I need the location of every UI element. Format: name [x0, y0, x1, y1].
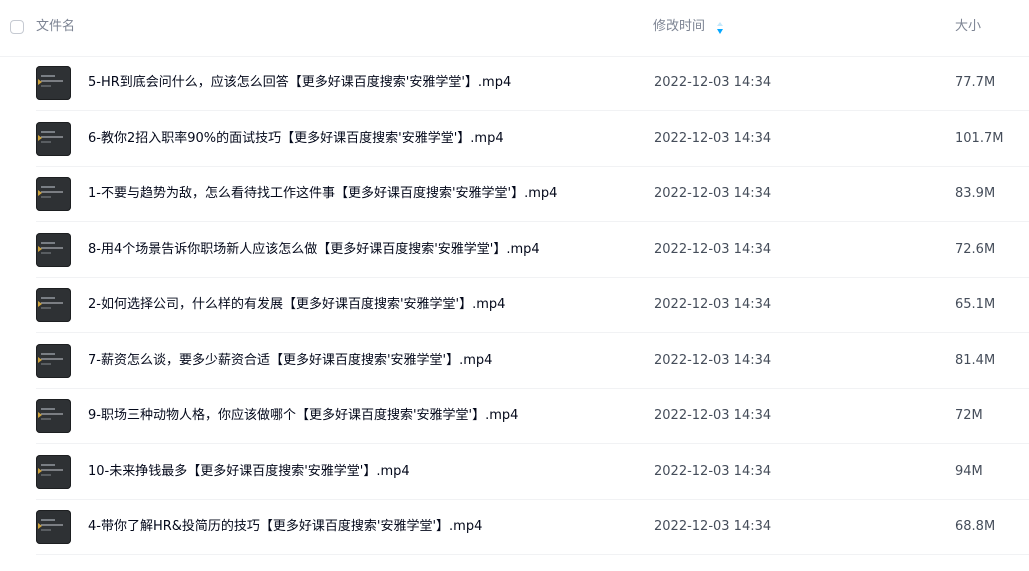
- select-all-checkbox[interactable]: [10, 20, 24, 34]
- file-size: 101.7M: [955, 130, 1004, 146]
- file-size: 94M: [955, 463, 983, 479]
- file-list: 文件名 修改时间 大小 5-HR到底会问什么，应该怎么回答【更多好课百度搜索'安…: [0, 0, 1029, 571]
- file-row[interactable]: 4-带你了解HR&投简历的技巧【更多好课百度搜索'安雅学堂'】.mp4 2022-…: [0, 500, 1029, 555]
- video-thumbnail-icon[interactable]: [36, 343, 71, 378]
- file-size: 83.9M: [955, 186, 996, 201]
- column-header-name[interactable]: 文件名: [36, 19, 75, 35]
- file-name[interactable]: 6-教你2招入职率90%的面试技巧【更多好课百度搜索'安雅学堂'】.mp4: [88, 131, 504, 147]
- file-row[interactable]: 9-职场三种动物人格，你应该做哪个【更多好课百度搜索'安雅学堂'】.mp4 202…: [0, 389, 1029, 444]
- file-name[interactable]: 7-薪资怎么谈，要多少薪资合适【更多好课百度搜索'安雅学堂'】.mp4: [88, 353, 492, 369]
- video-thumbnail-icon[interactable]: [36, 232, 71, 267]
- file-modified-time: 2022-12-03 14:34: [654, 463, 772, 479]
- video-thumbnail-icon[interactable]: [36, 121, 71, 156]
- file-list-header: 文件名 修改时间 大小: [0, 0, 1029, 57]
- file-row[interactable]: 7-薪资怎么谈，要多少薪资合适【更多好课百度搜索'安雅学堂'】.mp4 2022-…: [0, 334, 1029, 389]
- sort-icon[interactable]: [716, 21, 724, 35]
- file-name[interactable]: 8-用4个场景告诉你职场新人应该怎么做【更多好课百度搜索'安雅学堂'】.mp4: [88, 242, 540, 258]
- video-thumbnail-icon[interactable]: [36, 510, 71, 544]
- file-size: 72M: [955, 408, 983, 423]
- video-thumbnail-icon[interactable]: [36, 454, 71, 489]
- file-size: 65.1M: [955, 297, 996, 312]
- video-thumbnail-icon[interactable]: [36, 66, 71, 100]
- file-name[interactable]: 4-带你了解HR&投简历的技巧【更多好课百度搜索'安雅学堂'】.mp4: [88, 519, 482, 535]
- file-name[interactable]: 5-HR到底会问什么，应该怎么回答【更多好课百度搜索'安雅学堂'】.mp4: [88, 75, 511, 91]
- file-row[interactable]: 8-用4个场景告诉你职场新人应该怎么做【更多好课百度搜索'安雅学堂'】.mp4 2…: [0, 223, 1029, 278]
- file-modified-time: 2022-12-03 14:34: [654, 241, 772, 257]
- video-thumbnail-icon[interactable]: [36, 288, 71, 322]
- file-modified-time: 2022-12-03 14:34: [654, 186, 772, 201]
- file-size: 77.7M: [955, 75, 996, 90]
- file-modified-time: 2022-12-03 14:34: [654, 408, 772, 423]
- file-name[interactable]: 10-未来挣钱最多【更多好课百度搜索'安雅学堂'】.mp4: [88, 464, 410, 480]
- file-name[interactable]: 2-如何选择公司，什么样的有发展【更多好课百度搜索'安雅学堂'】.mp4: [88, 297, 505, 313]
- file-name[interactable]: 9-职场三种动物人格，你应该做哪个【更多好课百度搜索'安雅学堂'】.mp4: [88, 408, 518, 424]
- file-row[interactable]: 2-如何选择公司，什么样的有发展【更多好课百度搜索'安雅学堂'】.mp4 2022…: [0, 278, 1029, 333]
- column-header-time[interactable]: 修改时间: [653, 19, 705, 35]
- file-modified-time: 2022-12-03 14:34: [654, 75, 772, 90]
- file-name[interactable]: 1-不要与趋势为敌，怎么看待找工作这件事【更多好课百度搜索'安雅学堂'】.mp4: [88, 186, 557, 202]
- file-modified-time: 2022-12-03 14:34: [654, 352, 772, 368]
- file-size: 72.6M: [955, 241, 996, 257]
- file-modified-time: 2022-12-03 14:34: [654, 130, 772, 146]
- video-thumbnail-icon[interactable]: [36, 399, 71, 433]
- file-row[interactable]: 6-教你2招入职率90%的面试技巧【更多好课百度搜索'安雅学堂'】.mp4 202…: [0, 112, 1029, 167]
- file-row[interactable]: 10-未来挣钱最多【更多好课百度搜索'安雅学堂'】.mp4 2022-12-03 …: [0, 445, 1029, 500]
- file-modified-time: 2022-12-03 14:34: [654, 519, 772, 534]
- file-row[interactable]: 5-HR到底会问什么，应该怎么回答【更多好课百度搜索'安雅学堂'】.mp4 202…: [0, 56, 1029, 111]
- column-header-size[interactable]: 大小: [955, 19, 981, 35]
- file-modified-time: 2022-12-03 14:34: [654, 297, 772, 312]
- video-thumbnail-icon[interactable]: [36, 177, 71, 211]
- file-size: 68.8M: [955, 519, 996, 534]
- file-row[interactable]: 1-不要与趋势为敌，怎么看待找工作这件事【更多好课百度搜索'安雅学堂'】.mp4…: [0, 167, 1029, 222]
- file-size: 81.4M: [955, 352, 996, 368]
- row-divider: [36, 554, 1029, 555]
